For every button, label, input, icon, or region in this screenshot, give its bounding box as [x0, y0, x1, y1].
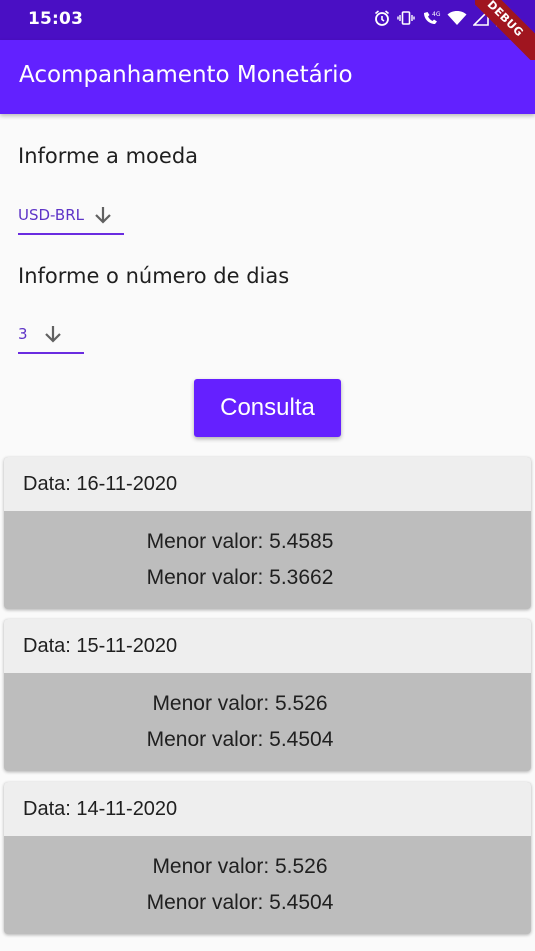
card-value-line: Menor valor: 5.3662	[146, 566, 334, 589]
card-value-line: Menor valor: 5.4504	[146, 728, 334, 751]
arrow-down-icon	[42, 323, 64, 345]
result-card: Data: 16-11-2020 Menor valor: 5.4585 Men…	[4, 457, 531, 609]
days-label: Informe o número de dias	[18, 264, 290, 288]
vibrate-icon	[397, 9, 415, 27]
wifi-icon	[447, 9, 467, 27]
card-date: Data: 15-11-2020	[4, 619, 531, 673]
status-bar: 15:03 4G	[0, 0, 535, 40]
card-value-line: Menor valor: 5.526	[152, 692, 328, 715]
card-value-line: Menor valor: 5.4504	[146, 891, 334, 914]
card-body: Menor valor: 5.526 Menor valor: 5.4504	[4, 673, 531, 771]
alarm-icon	[373, 9, 391, 27]
status-time: 15:03	[28, 9, 84, 29]
result-card: Data: 14-11-2020 Menor valor: 5.526 Meno…	[4, 782, 531, 934]
result-card: Data: 15-11-2020 Menor valor: 5.526 Meno…	[4, 619, 531, 771]
debug-banner: DEBUG	[475, 0, 535, 60]
card-body: Menor valor: 5.526 Menor valor: 5.4504	[4, 836, 531, 934]
card-date: Data: 16-11-2020	[4, 457, 531, 511]
card-value-line: Menor valor: 5.526	[152, 855, 328, 878]
card-body: Menor valor: 5.4585 Menor valor: 5.3662	[4, 511, 531, 609]
app-bar: Acompanhamento Monetário	[0, 40, 535, 114]
currency-dropdown[interactable]: USD-BRL	[18, 197, 124, 235]
consulta-button[interactable]: Consulta	[194, 379, 341, 437]
app-title: Acompanhamento Monetário	[19, 62, 353, 88]
currency-label: Informe a moeda	[18, 144, 199, 168]
card-value-line: Menor valor: 5.4585	[146, 530, 334, 553]
4g-call-icon: 4G	[421, 9, 441, 27]
card-date: Data: 14-11-2020	[4, 782, 531, 836]
svg-text:4G: 4G	[432, 11, 441, 18]
currency-value: USD-BRL	[18, 206, 84, 224]
debug-ribbon: DEBUG	[475, 0, 535, 60]
days-dropdown[interactable]: 3	[18, 316, 84, 354]
days-value: 3	[18, 325, 28, 343]
arrow-down-icon	[92, 204, 114, 226]
